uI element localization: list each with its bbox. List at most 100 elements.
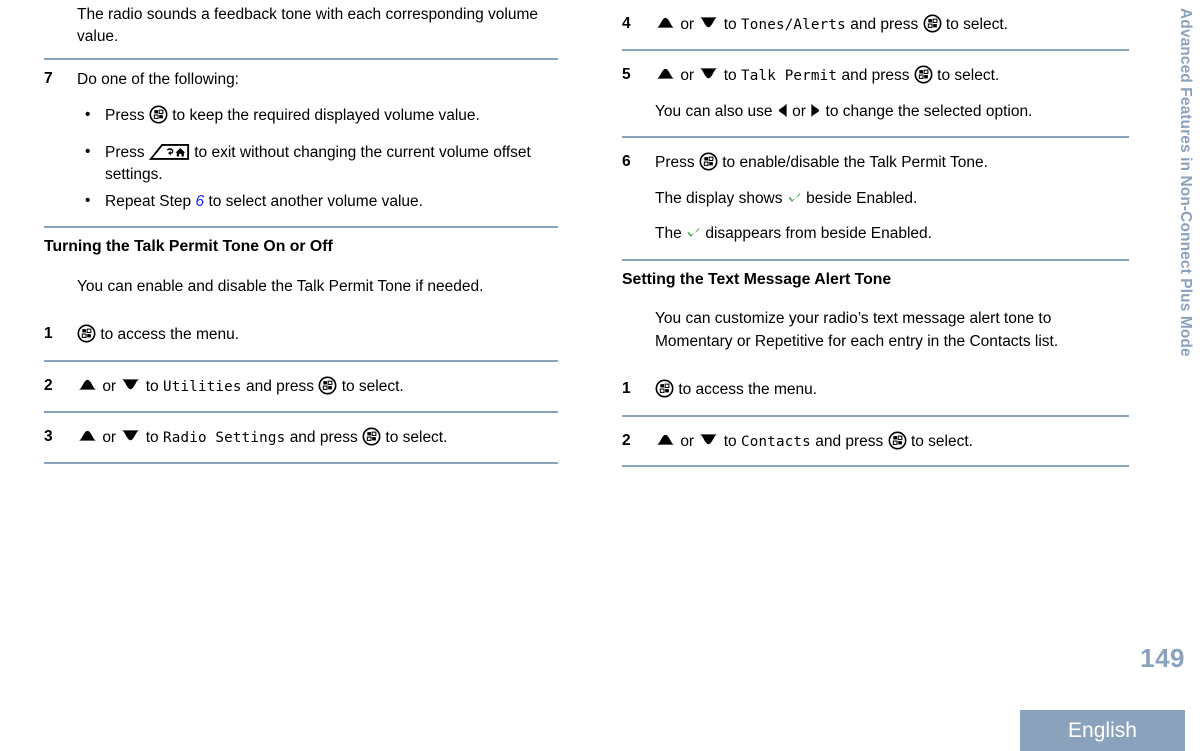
- menu-button-icon: [149, 105, 168, 124]
- menu-button-icon: [318, 376, 337, 395]
- rule: [622, 49, 1129, 52]
- menu-button-icon: [914, 65, 933, 84]
- menu-button-icon: [888, 431, 907, 450]
- language-band: English: [1020, 710, 1185, 751]
- or-label: or: [792, 102, 806, 120]
- menu-button-icon: [923, 14, 942, 33]
- step-number: 4: [622, 15, 631, 32]
- bullet-dot: •: [85, 191, 91, 209]
- down-triangle-icon: [120, 428, 141, 443]
- step-number: 7: [44, 69, 53, 87]
- note-post-text: to change the selected option.: [825, 102, 1033, 120]
- down-triangle-icon: [698, 432, 719, 447]
- step-tail: to select.: [910, 432, 973, 450]
- and-press-label: and press: [815, 432, 884, 450]
- step-tail: to select.: [945, 16, 1008, 33]
- step-7: 7 Do one of the following: • Press to ke…: [44, 69, 558, 213]
- menu-item-name: Contacts: [740, 433, 811, 450]
- or-label: or: [680, 67, 695, 85]
- result-post-text: beside Enabled.: [806, 189, 918, 207]
- step-number: 2: [622, 431, 631, 449]
- menu-item-name: Radio Settings: [162, 430, 286, 447]
- or-label: or: [680, 16, 695, 33]
- and-press-label: and press: [245, 377, 315, 395]
- step-1-text-alert: 1 to access the menu.: [622, 379, 1129, 401]
- step-text: to access the menu.: [678, 381, 818, 399]
- left-column: The radio sounds a feedback tone with ea…: [44, 0, 558, 473]
- or-label: or: [102, 429, 117, 447]
- bullet-pre-text: Repeat Step: [105, 192, 192, 210]
- to-label: to: [145, 377, 159, 395]
- section-heading-text-message-alert: Setting the Text Message Alert Tone: [622, 270, 892, 288]
- rule: [44, 57, 558, 60]
- step-text: to access the menu.: [100, 326, 240, 344]
- bullet-keep-volume: • Press to keep the required displayed v…: [77, 105, 558, 127]
- back-home-button-icon: [149, 142, 190, 161]
- check-icon: [787, 190, 802, 205]
- manual-page: The radio sounds a feedback tone with ea…: [0, 0, 1200, 751]
- and-press-label: and press: [850, 16, 919, 33]
- result-pre-text: The: [655, 225, 682, 243]
- step-text: Do one of the following:: [77, 70, 239, 88]
- menu-item-name: Tones/Alerts: [740, 17, 846, 33]
- menu-button-icon: [655, 379, 674, 398]
- step-number: 2: [44, 376, 53, 394]
- up-triangle-icon: [77, 377, 98, 392]
- down-triangle-icon: [120, 377, 141, 392]
- step-3-radio-settings: 3 or to Radio Settings and press to sele…: [44, 427, 558, 449]
- and-press-label: and press: [289, 429, 358, 447]
- bullet-pre-text: Press: [105, 143, 145, 161]
- menu-button-icon: [77, 324, 96, 343]
- text-message-alert-lede: You can customize your radio’s text mess…: [655, 310, 1059, 350]
- running-head: Advanced Features in Non-Connect Plus Mo…: [1177, 8, 1194, 357]
- to-label: to: [723, 16, 737, 33]
- up-triangle-icon: [655, 432, 676, 447]
- step-number: 1: [44, 325, 53, 343]
- check-icon: [686, 225, 701, 240]
- up-triangle-icon: [655, 66, 676, 81]
- rule: [622, 465, 1129, 468]
- bullet-dot: •: [85, 106, 91, 124]
- menu-item-name: Talk Permit: [740, 68, 838, 85]
- menu-button-icon: [699, 152, 718, 171]
- step-cross-reference-link[interactable]: 6: [196, 193, 205, 210]
- rule: [44, 411, 558, 414]
- step-number: 3: [44, 428, 53, 446]
- to-label: to: [145, 429, 159, 447]
- right-triangle-icon: [810, 102, 821, 119]
- rule: [44, 461, 558, 464]
- step-6-result-enabled: The display shows beside Enabled.: [655, 188, 1129, 210]
- feedback-tone-note: The radio sounds a feedback tone with ea…: [77, 6, 538, 46]
- rule: [622, 136, 1129, 139]
- press-label: Press: [655, 154, 695, 172]
- step-5-talk-permit: 5 or to Talk Permit and press to select.…: [622, 65, 1129, 123]
- up-triangle-icon: [655, 15, 676, 30]
- down-triangle-icon: [698, 66, 719, 81]
- note-pre-text: You can also use: [655, 102, 773, 120]
- step-4-tones-alerts: 4 or to Tones/Alerts and press to select…: [622, 14, 1129, 36]
- rule: [44, 226, 558, 229]
- to-label: to: [723, 432, 737, 450]
- step-tail: to select.: [385, 429, 448, 447]
- bullet-dot: •: [85, 142, 91, 160]
- step-number: 6: [622, 153, 631, 171]
- section-heading-talk-permit: Turning the Talk Permit Tone On or Off: [44, 238, 333, 256]
- rule: [622, 258, 1129, 261]
- left-triangle-icon: [777, 102, 788, 119]
- rule: [44, 359, 558, 362]
- step-number: 1: [622, 380, 631, 398]
- rule: [622, 414, 1129, 417]
- bullet-post-text: to keep the required displayed volume va…: [172, 107, 480, 125]
- step-5-note: You can also use or to change the select…: [655, 101, 1129, 123]
- to-label: to: [723, 67, 737, 85]
- bullet-post-text: to select another volume value.: [208, 192, 423, 210]
- menu-button-icon: [362, 427, 381, 446]
- step-2-contacts: 2 or to Contacts and press to select.: [622, 431, 1129, 453]
- step-tail: to enable/disable the Talk Permit Tone.: [722, 154, 988, 172]
- down-triangle-icon: [698, 15, 719, 30]
- right-column: 4 or to Tones/Alerts and press to select…: [622, 0, 1129, 476]
- step-6-enable-disable: 6 Press to enable/disable the Talk Permi…: [622, 152, 1129, 245]
- step-tail: to select.: [341, 377, 404, 395]
- step-tail: to select.: [937, 67, 1000, 85]
- result-post-text: disappears from beside Enabled.: [705, 225, 932, 243]
